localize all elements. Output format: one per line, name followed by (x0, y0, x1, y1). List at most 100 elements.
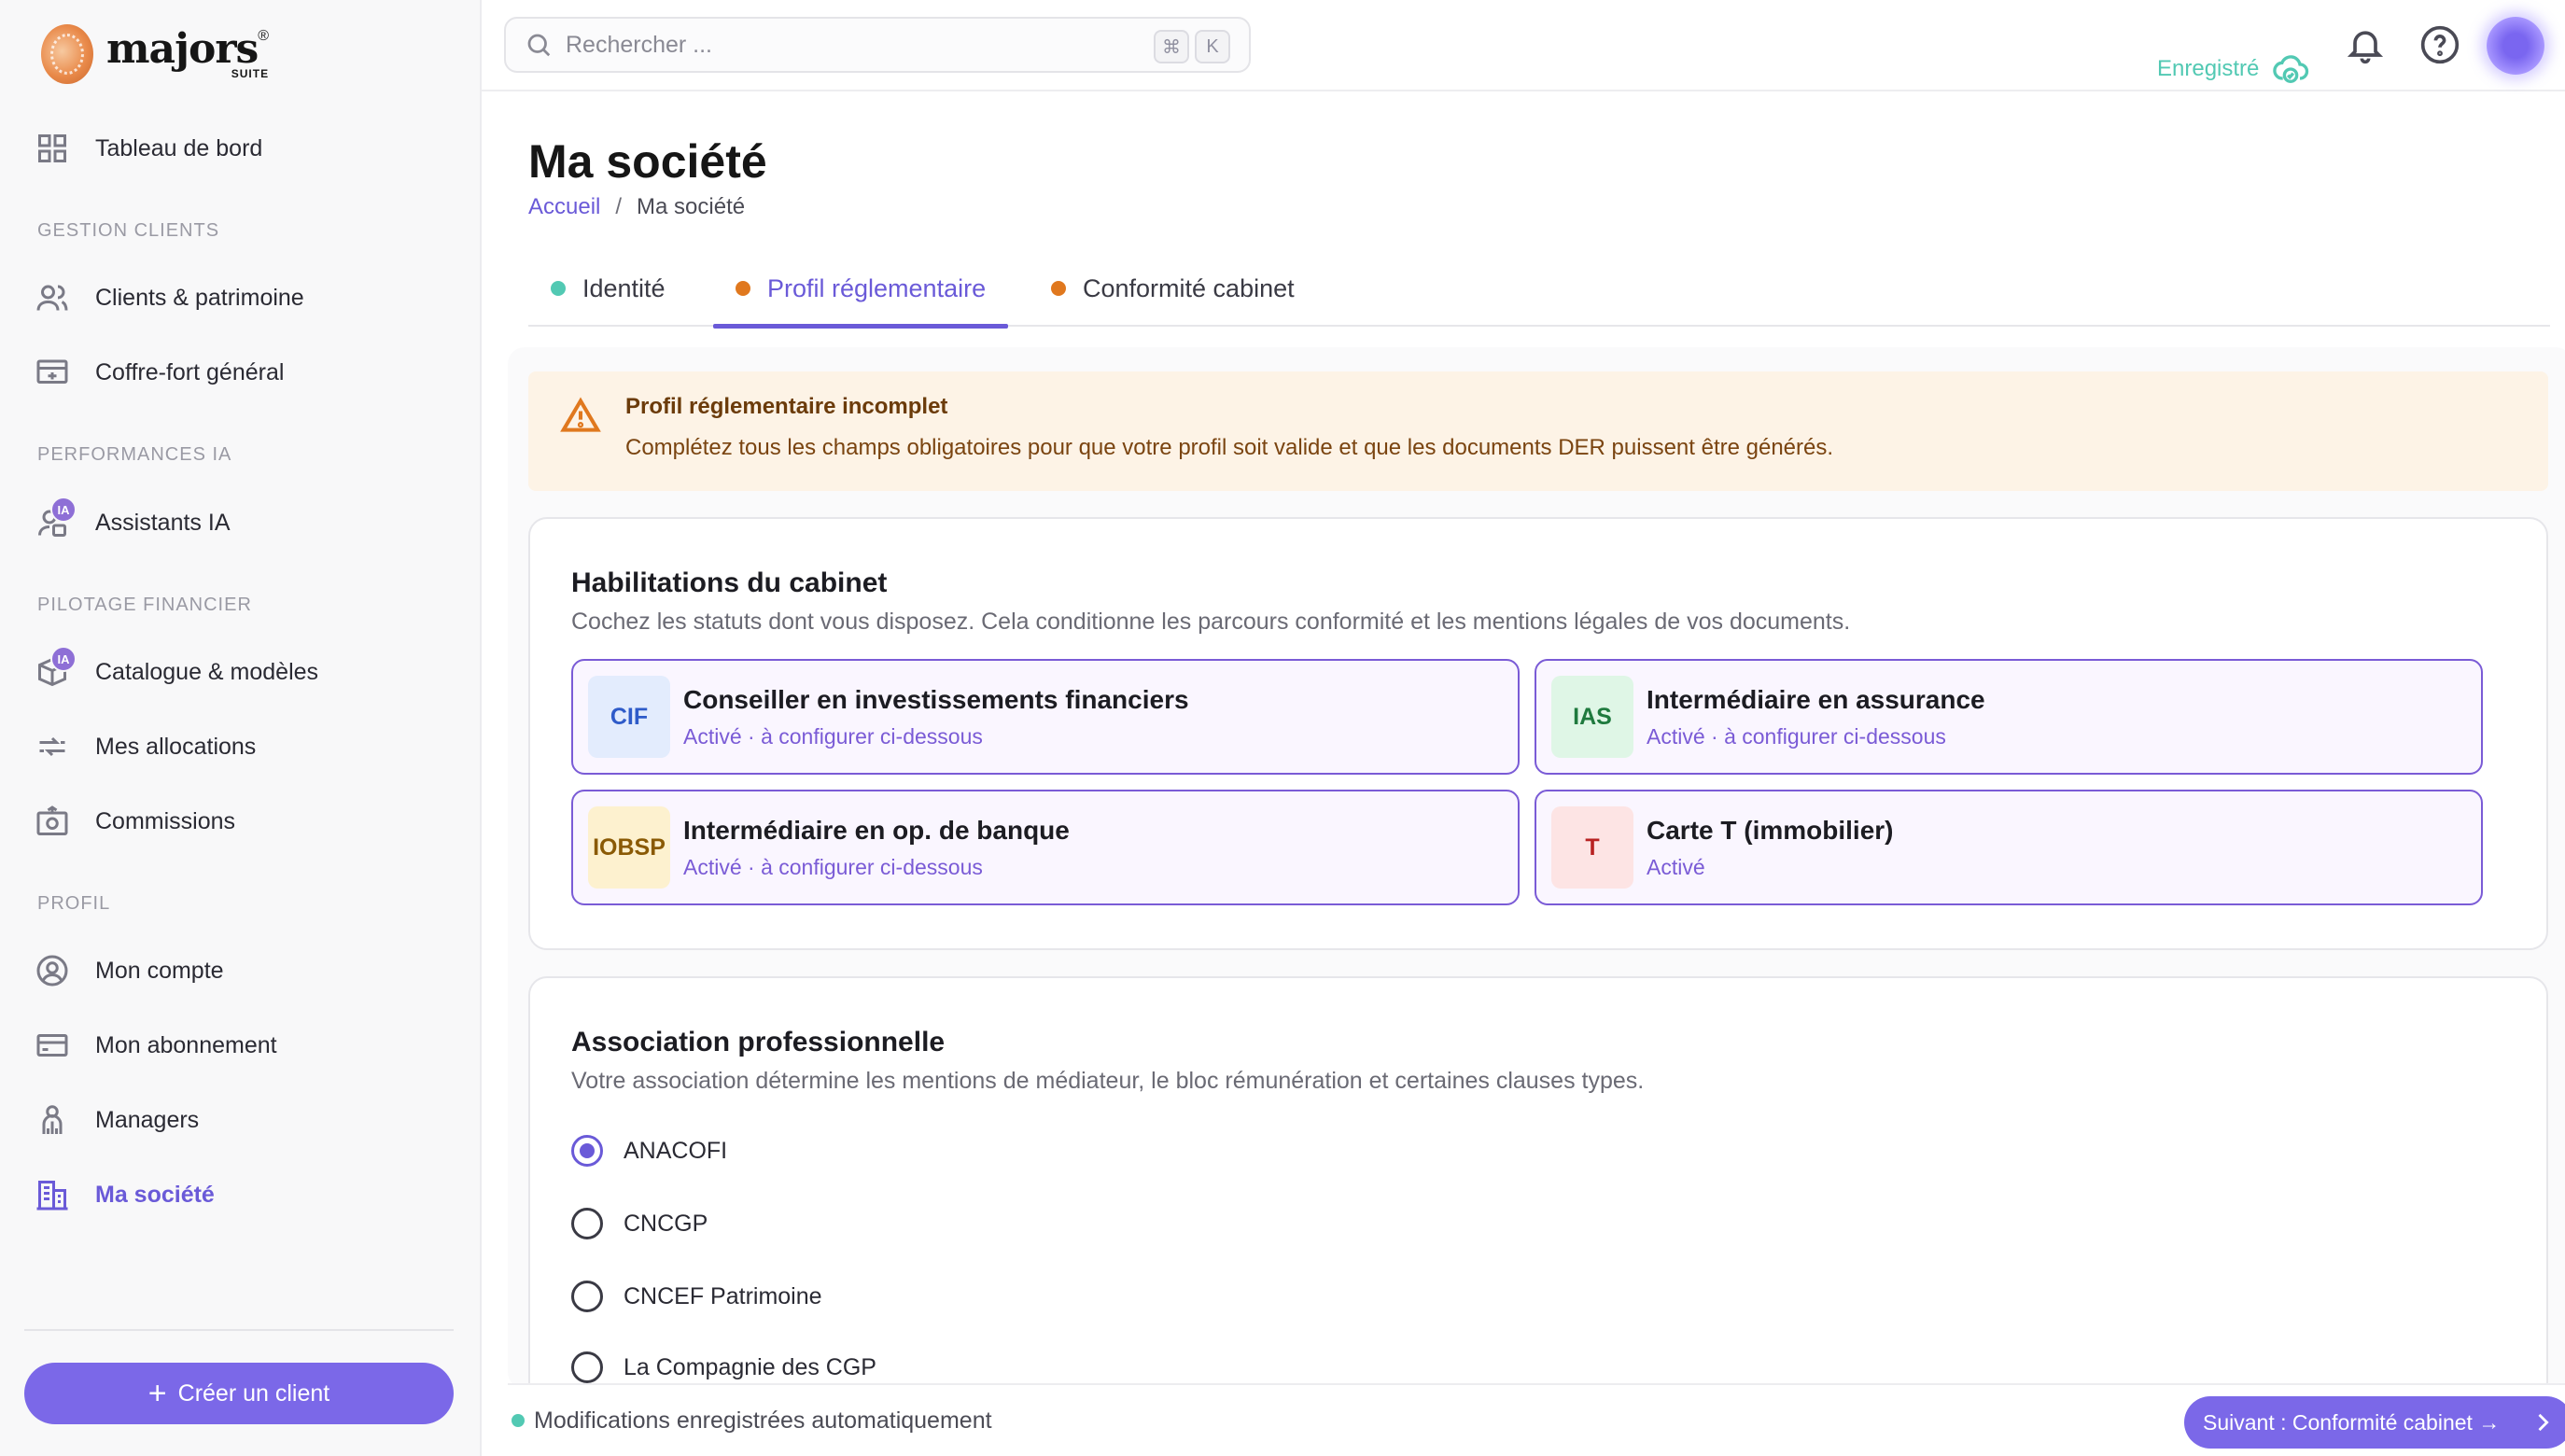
users-icon (34, 279, 71, 316)
association-option-cncgp[interactable]: CNCGP (571, 1208, 708, 1239)
tab-label: Conformité cabinet (1083, 273, 1295, 302)
ia-badge: IA (50, 646, 77, 672)
radio-label: CNCEF Patrimoine (624, 1282, 822, 1309)
habilitation-iobsp[interactable]: IOBSP Intermédiaire en op. de banque Act… (571, 790, 1520, 905)
habilitations-card: Habilitations du cabinet Cochez les stat… (528, 517, 2548, 950)
sidebar-item-ma-societe[interactable]: Ma société (34, 1169, 444, 1221)
commission-icon (34, 803, 71, 840)
user-circle-icon (34, 952, 71, 989)
sidebar-item-label: Coffre-fort général (95, 358, 285, 385)
tab-conformite-cabinet[interactable]: Conformité cabinet (1029, 250, 1317, 327)
section-title-profil: PROFIL (37, 893, 111, 914)
logo-word: majors (106, 25, 259, 73)
tab-identite[interactable]: Identité (528, 250, 688, 327)
logo[interactable]: majors® SUITE (41, 24, 269, 84)
habilitation-title: Intermédiaire en op. de banque (683, 815, 1070, 845)
radio-button[interactable] (571, 1351, 603, 1383)
habilitation-carte-t[interactable]: T Carte T (immobilier) Activé (1535, 790, 2483, 905)
habilitation-ias[interactable]: IAS Intermédiaire en assurance Activé · … (1535, 659, 2483, 775)
radio-label: CNCGP (624, 1210, 708, 1237)
cloud-check-icon (2273, 55, 2309, 83)
section-title-performances-ia: PERFORMANCES IA (37, 444, 232, 465)
radio-button[interactable] (571, 1135, 603, 1167)
card-description: Votre association détermine les mentions… (571, 1068, 1645, 1094)
dashboard-grid-icon (34, 130, 71, 167)
sidebar-item-assistants-ia[interactable]: IA Assistants IA (34, 497, 444, 549)
section-title-pilotage-financier: PILOTAGE FINANCIER (37, 595, 252, 615)
warning-triangle-icon (560, 397, 601, 432)
sidebar-item-coffre-fort[interactable]: Coffre-fort général (34, 346, 444, 399)
save-status: Enregistré (2157, 50, 2309, 88)
box-icon: IA (34, 646, 77, 691)
habilitation-text: Carte T (immobilier) Activé (1647, 816, 1893, 880)
sidebar-item-catalogue[interactable]: IA Catalogue & modèles (34, 646, 444, 698)
radio-label: La Compagnie des CGP (624, 1353, 876, 1380)
habilitation-badge: CIF (588, 676, 670, 758)
habilitation-badge: IAS (1551, 676, 1633, 758)
sidebar-item-label: Mes allocations (95, 733, 257, 760)
help-button[interactable] (2419, 24, 2460, 65)
sidebar-item-label: Mon abonnement (95, 1031, 277, 1058)
habilitation-status: Activé · à configurer ci-dessous (683, 723, 983, 749)
breadcrumb-separator: / (615, 194, 623, 219)
sidebar-item-abonnement[interactable]: Mon abonnement (34, 1019, 444, 1071)
sidebar-item-dashboard[interactable]: Tableau de bord (34, 122, 444, 175)
tab-status-dot (1051, 281, 1066, 296)
kbd-k: K (1195, 30, 1230, 63)
section-title-gestion-clients: GESTION CLIENTS (37, 220, 220, 241)
breadcrumb-home-link[interactable]: Accueil (528, 194, 600, 220)
alert-text: Profil réglementaire incomplet Complétez… (625, 394, 1833, 469)
autosave-status-text: Modifications enregistrées automatiqueme… (534, 1407, 992, 1434)
sidebar: majors® SUITE Tableau de bord GESTION CL… (0, 0, 482, 1456)
breadcrumb: Accueil / Ma société (528, 194, 745, 220)
sidebar-item-label: Tableau de bord (95, 134, 263, 161)
safe-icon (34, 354, 71, 391)
save-status-label: Enregistré (2157, 56, 2260, 81)
tab-label: Identité (582, 273, 666, 302)
help-circle-icon (2420, 25, 2460, 64)
logo-icon (41, 24, 93, 84)
tab-profil-reglementaire[interactable]: Profil réglementaire (713, 250, 1009, 329)
sidebar-item-commissions[interactable]: Commissions (34, 795, 444, 847)
association-option-anacofi[interactable]: ANACOFI (571, 1135, 727, 1167)
habilitation-text: Intermédiaire en op. de banque Activé · … (683, 816, 1070, 880)
association-option-compagnie-cgp[interactable]: La Compagnie des CGP (571, 1351, 876, 1383)
warning-alert: Profil réglementaire incomplet Complétez… (528, 371, 2548, 491)
habilitation-badge: T (1551, 806, 1633, 889)
form-content: Profil réglementaire incomplet Complétez… (508, 347, 2565, 1389)
sidebar-item-clients[interactable]: Clients & patrimoine (34, 272, 444, 324)
create-client-button[interactable]: + Créer un client (24, 1363, 454, 1424)
chevron-right-icon (2530, 1409, 2556, 1435)
sidebar-item-label: Commissions (95, 807, 236, 834)
sidebar-item-mon-compte[interactable]: Mon compte (34, 945, 444, 997)
habilitation-text: Conseiller en investissements financiers… (683, 685, 1189, 749)
user-avatar[interactable] (2487, 17, 2544, 75)
autosave-status-dot (512, 1414, 525, 1427)
ia-badge: IA (50, 497, 77, 523)
card-title: Association professionnelle (571, 1027, 946, 1057)
radio-button[interactable] (571, 1281, 603, 1312)
next-step-button[interactable]: Suivant : Conformité cabinet → (2184, 1396, 2565, 1449)
sidebar-item-allocations[interactable]: Mes allocations (34, 721, 444, 773)
habilitation-cif[interactable]: CIF Conseiller en investissements financ… (571, 659, 1520, 775)
search-input[interactable]: Rechercher ... ⌘ K (504, 17, 1251, 73)
tab-status-dot (551, 281, 566, 296)
notifications-button[interactable] (2345, 24, 2386, 65)
tab-label: Profil réglementaire (767, 273, 987, 302)
sidebar-item-label: Assistants IA (95, 509, 231, 536)
plus-icon: + (147, 1376, 167, 1411)
sidebar-item-label: Ma société (95, 1181, 215, 1208)
next-step-label: Suivant : Conformité cabinet → (2203, 1409, 2501, 1435)
habilitation-status: Activé (1647, 854, 1705, 879)
radio-button[interactable] (571, 1208, 603, 1239)
tab-bar: Identité Profil réglementaire Conformité… (528, 250, 2550, 329)
habilitation-title: Intermédiaire en assurance (1647, 684, 1985, 714)
sidebar-item-label: Clients & patrimoine (95, 284, 304, 311)
association-option-cncef[interactable]: CNCEF Patrimoine (571, 1281, 822, 1312)
habilitation-title: Conseiller en investissements financiers (683, 684, 1189, 714)
habilitation-text: Intermédiaire en assurance Activé · à co… (1647, 685, 1985, 749)
form-footer: Modifications enregistrées automatiqueme… (508, 1383, 2565, 1456)
association-card: Association professionnelle Votre associ… (528, 976, 2548, 1389)
sidebar-item-managers[interactable]: Managers (34, 1094, 444, 1146)
habilitation-badge: IOBSP (588, 806, 670, 889)
